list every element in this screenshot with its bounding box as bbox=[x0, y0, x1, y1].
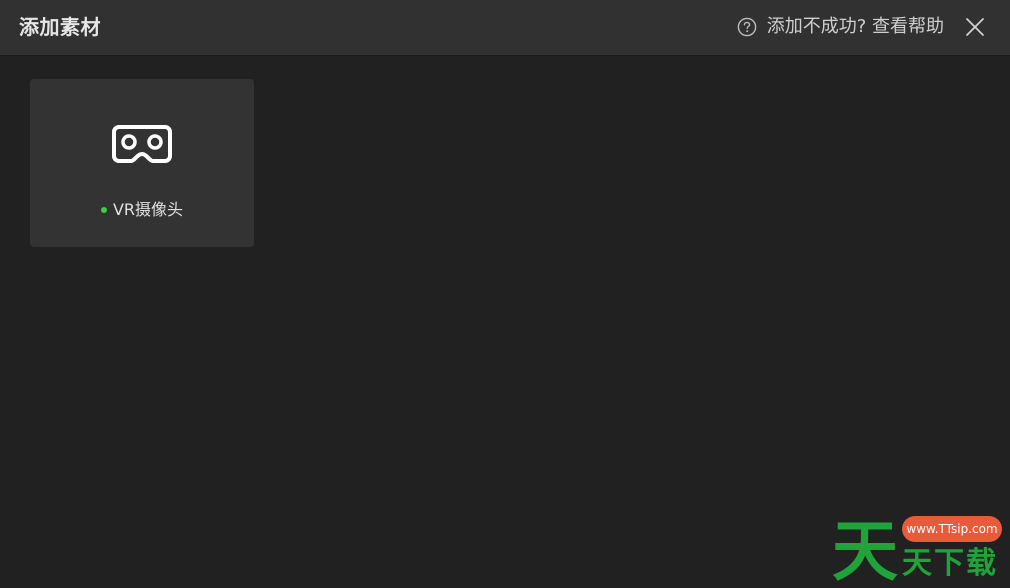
question-circle-icon bbox=[737, 17, 757, 37]
vr-headset-icon bbox=[112, 125, 172, 163]
source-list: VR摄像头 bbox=[0, 57, 1010, 588]
help-text: 添加不成功? 查看帮助 bbox=[766, 16, 944, 37]
status-dot bbox=[100, 207, 107, 213]
add-material-dialog: 添加素材 添加不成功? 查看帮助 VR摄像头 天 www.TTsip.com 天… bbox=[0, 0, 1010, 588]
close-icon[interactable] bbox=[964, 16, 986, 38]
watermark-url-pill: www.TTsip.com bbox=[902, 516, 1002, 542]
source-label-row: VR摄像头 bbox=[30, 199, 254, 221]
help-link[interactable]: 添加不成功? 查看帮助 bbox=[737, 15, 944, 39]
watermark-logo: 天 www.TTsip.com 天下载 bbox=[832, 514, 1010, 588]
source-label: VR摄像头 bbox=[112, 200, 184, 219]
source-card-vr-camera[interactable]: VR摄像头 bbox=[30, 79, 254, 247]
watermark-text: 天下载 bbox=[902, 546, 998, 581]
dialog-title: 添加素材 bbox=[19, 15, 101, 39]
dialog-header: 添加素材 添加不成功? 查看帮助 bbox=[0, 0, 1010, 56]
watermark-big-char: 天 bbox=[832, 512, 898, 588]
